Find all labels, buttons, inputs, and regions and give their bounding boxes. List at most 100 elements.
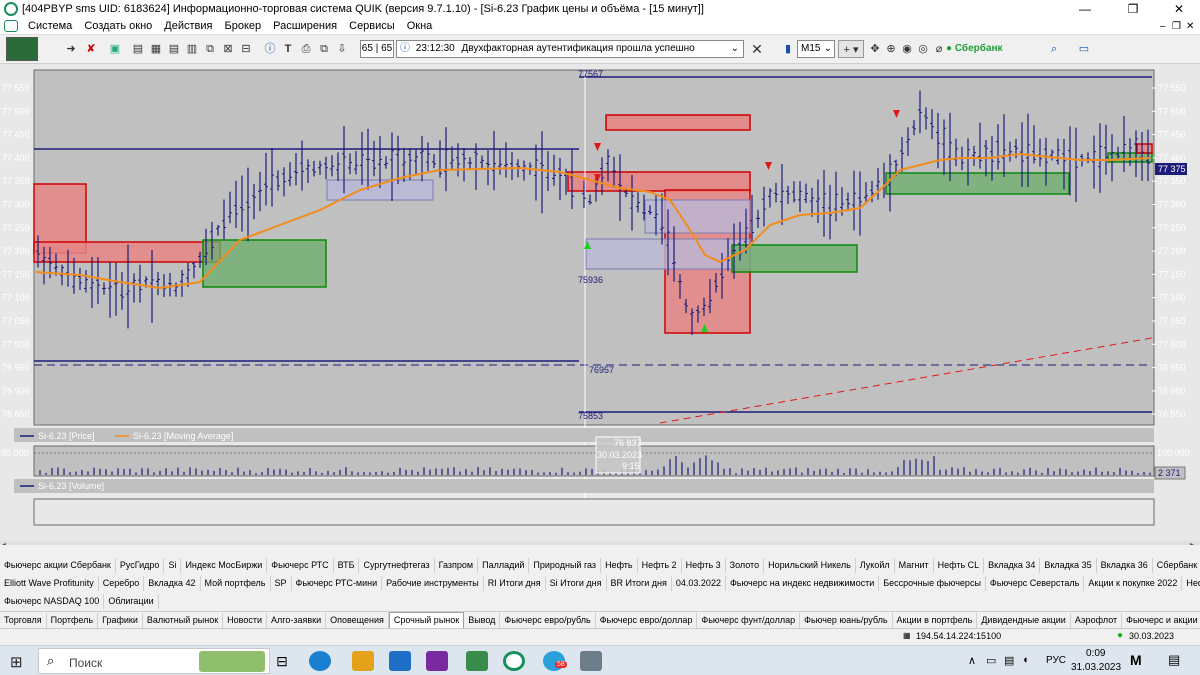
taskbar-search[interactable]: ⌕ Поиск [38, 648, 270, 674]
windows-start-icon[interactable]: ⊞ [10, 653, 23, 671]
tab-row2-4[interactable]: SP [271, 576, 292, 591]
tab-row2-6[interactable]: Рабочие инструменты [382, 576, 484, 591]
task-view-icon[interactable]: ⊟ [271, 651, 293, 671]
lock-icon[interactable]: ⊟ [238, 40, 254, 58]
arrow-right-icon[interactable]: ➜ [62, 40, 80, 58]
tab-row1-7[interactable]: Газпром [435, 558, 479, 573]
horizontal-scrollbar[interactable] [0, 541, 1200, 545]
tab-row4-9[interactable]: Фьючерс евро/рубль [500, 612, 596, 628]
tab-row1-19[interactable]: Вкладка 35 [1040, 558, 1097, 573]
edge-icon[interactable] [309, 651, 331, 671]
tab-row2-10[interactable]: 04.03.2022 [672, 576, 726, 591]
tab-row4-4[interactable]: Новости [223, 612, 267, 628]
timeframe-select[interactable]: M15 ⌄ [797, 40, 835, 58]
tab-row4-16[interactable]: Фьючерс и акции МосБиржа [1122, 613, 1200, 628]
tab-row1-13[interactable]: Золото [726, 558, 765, 573]
explorer-icon[interactable] [352, 651, 374, 671]
print-icon[interactable]: ⎙ [298, 40, 314, 58]
tab-row1-17[interactable]: Нефть CL [934, 558, 985, 573]
menu-actions[interactable]: Действия [158, 20, 218, 32]
tab-row1-11[interactable]: Нефть 2 [638, 558, 682, 573]
export-icon[interactable]: ⇩ [334, 40, 350, 58]
calculator-icon[interactable] [580, 651, 602, 671]
mail-icon[interactable] [389, 651, 411, 671]
onenote-icon[interactable] [426, 651, 448, 671]
scroll-left-icon[interactable]: ◂ [2, 540, 6, 545]
tab-row4-6[interactable]: Оповещения [326, 612, 389, 628]
tab-row1-20[interactable]: Вкладка 36 [1097, 558, 1153, 573]
tab-row1-6[interactable]: Сургутнефтегаз [359, 558, 435, 573]
tab-row2-11[interactable]: Фьючерс на индекс недвижимости [726, 576, 880, 591]
tab-row2-9[interactable]: BR Итоги дня [607, 576, 672, 591]
menu-system[interactable]: Система [22, 20, 78, 32]
tab-row4-5[interactable]: Алго-заявки [267, 612, 327, 628]
notification-icon[interactable]: ▤ [1168, 652, 1180, 668]
tab-row1-3[interactable]: Индекс МосБиржи [181, 558, 268, 573]
tab-row4-0[interactable]: Торговля [0, 612, 47, 628]
move-icon[interactable]: ✥ [868, 40, 882, 58]
tab-row1-5[interactable]: ВТБ [334, 558, 360, 573]
trades-icon[interactable]: ▥ [184, 40, 200, 58]
tab-row2-12[interactable]: Бессрочные фьючерсы [879, 576, 986, 591]
restore-button[interactable]: ❐ [1110, 0, 1156, 18]
tab-row2-13[interactable]: Фьючерс Северсталь [986, 576, 1085, 591]
child-close-icon[interactable]: ✕ [1186, 18, 1194, 35]
menu-services[interactable]: Сервисы [343, 20, 401, 32]
tab-row4-8[interactable]: Вывод [464, 612, 501, 628]
chat-icon[interactable]: ▭ [1076, 40, 1092, 58]
paperclip-icon[interactable]: ⌀ [932, 40, 946, 58]
tab-row1-4[interactable]: Фьючерс РТС [267, 558, 334, 573]
tab-row4-15[interactable]: Аэрофлот [1071, 612, 1123, 628]
menu-extensions[interactable]: Расширения [267, 20, 343, 32]
tab-row1-9[interactable]: Природный газ [529, 558, 602, 573]
child-minimize-icon[interactable]: – [1160, 18, 1166, 35]
tab-row4-7[interactable]: Срочный рынок [388, 612, 465, 628]
tab-row1-12[interactable]: Нефть 3 [682, 558, 726, 573]
tab-row4-14[interactable]: Дивидендные акции [977, 612, 1071, 628]
tab-row3-1[interactable]: Облигации [104, 594, 159, 609]
quotes-icon[interactable]: ▦ [148, 40, 164, 58]
info-icon[interactable]: ⓘ [262, 40, 278, 58]
tab-row2-2[interactable]: Вкладка 42 [144, 576, 201, 591]
copy-icon[interactable]: ⧉ [316, 40, 332, 58]
tab-row4-3[interactable]: Валютный рынок [143, 612, 224, 628]
tab-row4-11[interactable]: Фьючерс фунт/доллар [697, 612, 801, 628]
stop-icon[interactable]: ⊠ [220, 40, 236, 58]
search-icon[interactable]: ⌕ [1046, 40, 1062, 58]
tab-row4-10[interactable]: Фьючерс евро/доллар [596, 612, 698, 628]
clock-date[interactable]: 31.03.2023 [1071, 662, 1121, 673]
minimize-button[interactable]: — [1062, 0, 1108, 18]
tab-row1-14[interactable]: Норильский Никель [764, 558, 856, 573]
circle-icon[interactable]: ◎ [916, 40, 930, 58]
battery-icon[interactable]: ▭ [986, 654, 996, 667]
excel-icon[interactable] [466, 651, 488, 671]
language-indicator[interactable]: РУС [1046, 655, 1066, 666]
tab-row2-7[interactable]: RI Итоги дня [484, 576, 546, 591]
orders-icon[interactable]: ▤ [166, 40, 182, 58]
tab-row1-10[interactable]: Нефть [601, 558, 638, 573]
tab-row2-1[interactable]: Серебро [99, 576, 145, 591]
tab-row1-16[interactable]: Магнит [895, 558, 934, 573]
chevron-down-icon[interactable]: ⌄ [731, 41, 739, 57]
quik-task-icon[interactable] [503, 651, 525, 671]
tab-row4-2[interactable]: Графики [98, 612, 143, 628]
target-icon[interactable]: ⊕ [884, 40, 898, 58]
tab-row2-15[interactable]: Нефть 4 [1182, 576, 1200, 591]
network-icon[interactable]: ▤ [1004, 654, 1014, 667]
sberbank-logo[interactable]: ● Сбербанк [946, 41, 1038, 57]
tab-row4-1[interactable]: Портфель [47, 612, 99, 628]
new-window-icon[interactable]: ▣ [106, 40, 124, 58]
tab-row1-21[interactable]: Сбербанк [1153, 558, 1200, 573]
table-icon[interactable]: ▤ [130, 40, 146, 58]
tray-chevron-icon[interactable]: ∧ [968, 654, 976, 667]
text-tool-icon[interactable]: T [280, 40, 296, 58]
tab-row1-1[interactable]: РусГидро [116, 558, 165, 573]
delete-order-icon[interactable]: ✘ [82, 40, 100, 58]
close-message-icon[interactable]: ✕ [748, 40, 766, 58]
price-chart[interactable]: 77 550 77 500 77 450 77 400 77 350 77 300 77 2… [0, 64, 1200, 545]
tab-row1-18[interactable]: Вкладка 34 [984, 558, 1041, 573]
tab-row1-8[interactable]: Палладий [478, 558, 530, 573]
tab-row2-5[interactable]: Фьючерс РТС-мини [292, 576, 383, 591]
app-tray-icon[interactable]: M [1130, 652, 1142, 668]
child-restore-icon[interactable]: ❐ [1172, 18, 1181, 35]
